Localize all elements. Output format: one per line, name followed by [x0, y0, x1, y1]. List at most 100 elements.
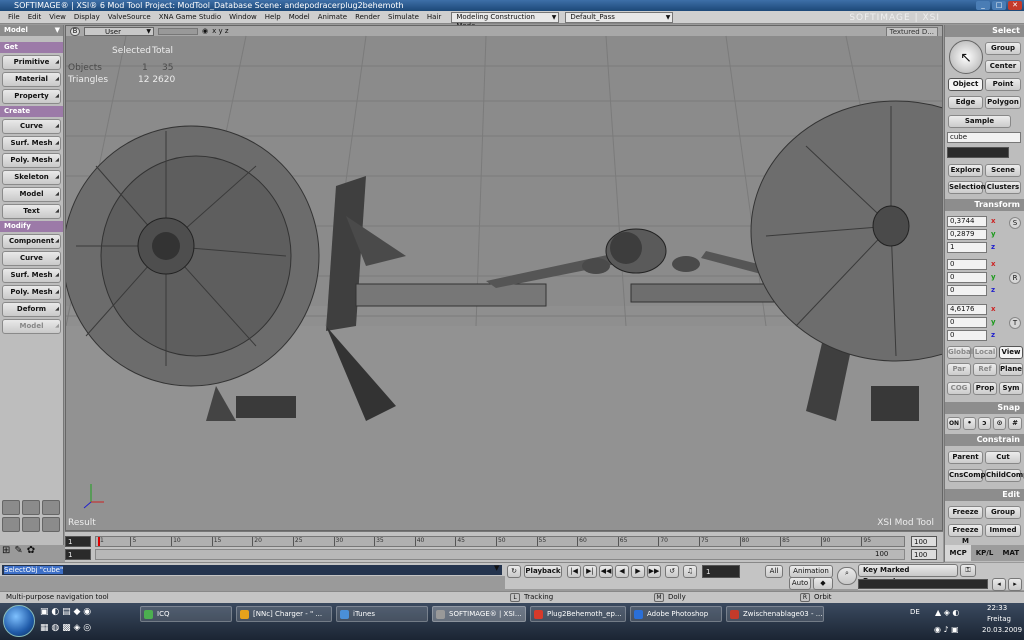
create-text-button[interactable]: Text — [2, 204, 61, 219]
translate-y-field[interactable]: 0 — [947, 317, 987, 328]
timeline-start2-field[interactable]: 1 — [65, 549, 91, 560]
taskbar-item-photoshop[interactable]: Adobe Photoshop — [630, 606, 722, 622]
scale-x-field[interactable]: 0,3744 — [947, 216, 987, 227]
step-back-icon[interactable]: ◀ — [615, 565, 629, 578]
snap-grid-icon[interactable]: # — [1008, 417, 1022, 430]
hierarchy-icon[interactable]: ⊞ — [2, 545, 10, 556]
loop-toggle-icon[interactable]: ↺ — [665, 565, 679, 578]
loop-icon[interactable]: ↻ — [507, 565, 521, 578]
taskbar-item-itunes[interactable]: iTunes — [336, 606, 428, 622]
select-edge-button[interactable]: Edge — [948, 96, 983, 109]
create-model-button[interactable]: Model — [2, 187, 61, 202]
scale-button[interactable]: S — [1009, 217, 1021, 229]
snap-surface-icon[interactable]: ⊙ — [993, 417, 1006, 430]
view-button[interactable]: View — [999, 346, 1023, 359]
ref-button[interactable]: Ref — [973, 363, 997, 376]
create-curve-button[interactable]: Curve — [2, 119, 61, 134]
key-next-icon[interactable]: ▸ — [1008, 578, 1022, 591]
selection-name-field[interactable]: cube — [947, 132, 1021, 143]
menu-view[interactable]: View — [45, 13, 70, 21]
tray-icons-row2[interactable]: ◉ ♪ ▣ — [934, 625, 959, 634]
select-center-button[interactable]: Center — [985, 60, 1021, 73]
minimize-button[interactable]: _ — [976, 1, 990, 10]
modify-component-button[interactable]: Component — [2, 234, 61, 249]
clock-time[interactable]: 22:33 — [987, 604, 1007, 612]
select-sample-button[interactable]: Sample — [948, 115, 1011, 128]
modify-model-button[interactable]: Model — [2, 319, 61, 334]
get-property-button[interactable]: Property — [2, 89, 61, 104]
last-frame-icon[interactable]: ▶| — [583, 565, 597, 578]
command-history-dropdown-icon[interactable]: ▼ — [494, 564, 499, 572]
menu-help[interactable]: Help — [261, 13, 285, 21]
timeline-range-slider[interactable] — [95, 549, 905, 560]
start-button[interactable] — [3, 605, 35, 637]
menu-edit[interactable]: Edit — [24, 13, 46, 21]
cut-button[interactable]: Cut — [985, 451, 1021, 464]
tray-icons[interactable]: ▲ ◈ ◐ — [935, 608, 959, 617]
parent-button[interactable]: Parent — [948, 451, 983, 464]
global-button[interactable]: Global — [947, 346, 973, 359]
menu-hair[interactable]: Hair — [423, 13, 445, 21]
snap-point-icon[interactable]: • — [963, 417, 976, 430]
current-frame-field[interactable]: 1 — [702, 565, 740, 578]
playback-button[interactable]: Playback — [524, 565, 562, 578]
modify-poly-mesh-button[interactable]: Poly. Mesh — [2, 285, 61, 300]
quicklaunch-icons-row2[interactable]: ▦ ◍ ▩ ◈ ◎ — [40, 623, 91, 633]
create-surf-mesh-button[interactable]: Surf. Mesh — [2, 136, 61, 151]
layout-tile-icon[interactable] — [22, 517, 40, 532]
toolbar-mode-select[interactable]: Model ▼ — [0, 25, 63, 36]
translate-button[interactable]: T — [1009, 317, 1021, 329]
rotate-x-field[interactable]: 0 — [947, 259, 987, 270]
rotate-z-field[interactable]: 0 — [947, 285, 987, 296]
select-object-button[interactable]: Object — [948, 78, 983, 91]
modify-surf-mesh-button[interactable]: Surf. Mesh — [2, 268, 61, 283]
plane-button[interactable]: Plane — [999, 363, 1023, 376]
cog-button[interactable]: COG — [947, 382, 971, 395]
menu-render[interactable]: Render — [351, 13, 384, 21]
menu-window[interactable]: Window — [225, 13, 261, 21]
modify-deform-button[interactable]: Deform — [2, 302, 61, 317]
par-button[interactable]: Par — [947, 363, 971, 376]
snap-curve-icon[interactable]: ↄ — [978, 417, 991, 430]
language-indicator[interactable]: DE — [910, 608, 920, 616]
modify-curve-button[interactable]: Curve — [2, 251, 61, 266]
layout-tile-icon[interactable] — [22, 500, 40, 515]
key-marked-field[interactable] — [858, 579, 988, 589]
command-input[interactable]: SelectObj "cube" — [2, 565, 502, 575]
translate-z-field[interactable]: 0 — [947, 330, 987, 341]
tab-mat[interactable]: MAT — [998, 545, 1024, 561]
pass-select[interactable]: Default_Pass — [565, 11, 674, 23]
menu-model[interactable]: Model — [285, 13, 314, 21]
menu-file[interactable]: File — [4, 13, 24, 21]
translate-x-field[interactable]: 4,6176 — [947, 304, 987, 315]
tab-kpl[interactable]: KP/L — [971, 545, 997, 561]
play-forward-icon[interactable]: ▶ — [631, 565, 645, 578]
auto-key-button[interactable]: Auto — [789, 577, 811, 590]
key-lock-icon[interactable]: ⚿ — [960, 564, 976, 577]
taskbar-item-charger[interactable]: [NNc] Charger - " ... — [236, 606, 332, 622]
layout-tile-icon[interactable] — [42, 517, 60, 532]
taskbar-item-softimage[interactable]: SOFTIMAGE® | XSI... — [432, 606, 526, 622]
timeline-start-field[interactable]: 1 — [65, 536, 91, 547]
layout-tile-icon[interactable] — [2, 517, 20, 532]
childcomp-button[interactable]: ChildComp — [985, 469, 1024, 482]
cnscomp-button[interactable]: CnsComp — [948, 469, 986, 482]
prop-button[interactable]: Prop — [973, 382, 997, 395]
magnifier-icon[interactable]: ⌕ — [837, 567, 857, 585]
first-frame-icon[interactable]: |◀ — [567, 565, 581, 578]
viewport[interactable]: B User ◉ x y z Textured D... — [65, 25, 943, 531]
prev-key-icon[interactable]: ◀◀ — [599, 565, 613, 578]
freeze-button[interactable]: Freeze — [948, 506, 983, 519]
select-group-button[interactable]: Group — [985, 42, 1021, 55]
explore-button[interactable]: Explore — [948, 164, 983, 177]
sym-button[interactable]: Sym — [999, 382, 1023, 395]
timeline-playhead[interactable] — [98, 537, 100, 546]
select-polygon-button[interactable]: Polygon — [985, 96, 1021, 109]
menu-xna[interactable]: XNA Game Studio — [155, 13, 225, 21]
maximize-button[interactable]: □ — [992, 1, 1006, 10]
construction-mode-select[interactable]: Modeling Construction Mode — [451, 11, 560, 30]
create-skeleton-button[interactable]: Skeleton — [2, 170, 61, 185]
audio-icon[interactable]: ♫ — [683, 565, 697, 578]
quicklaunch-icons[interactable]: ▣ ◐ ▤ ◆ ◉ — [40, 607, 91, 617]
tab-mcp[interactable]: MCP — [945, 545, 972, 561]
